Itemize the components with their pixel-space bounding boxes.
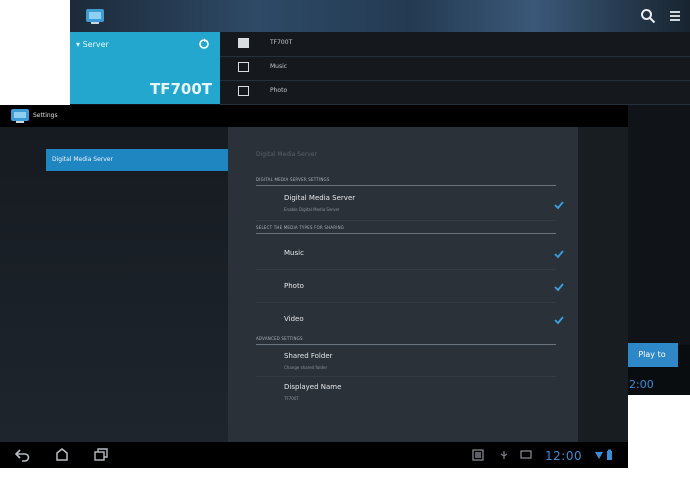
settings-screen: Settings Digital Media Server Digital Me… bbox=[0, 105, 628, 468]
page-title: Settings bbox=[33, 112, 58, 119]
device-icon bbox=[238, 38, 249, 48]
back-top-bar bbox=[70, 0, 690, 32]
setting-label: Photo bbox=[284, 282, 304, 290]
system-nav-bar: 12:00 bbox=[0, 442, 628, 468]
battery-icon bbox=[607, 449, 612, 460]
check-icon[interactable] bbox=[554, 282, 564, 292]
settings-app-icon[interactable] bbox=[8, 107, 32, 125]
list-item-label: TF700T bbox=[270, 39, 293, 46]
setting-label: Shared Folder bbox=[284, 352, 333, 360]
list-item-label: Photo bbox=[270, 87, 288, 94]
section-dms-settings: DIGITAL MEDIA SERVER SETTINGS bbox=[256, 177, 556, 186]
settings-detail-pane: Digital Media Server DIGITAL MEDIA SERVE… bbox=[228, 127, 578, 442]
right-margin bbox=[578, 127, 628, 442]
setting-summary: TF700T bbox=[284, 396, 299, 401]
setting-displayed-name[interactable]: Displayed Name TF700T bbox=[256, 379, 556, 407]
setting-shared-folder[interactable]: Shared Folder Change shared folder bbox=[256, 348, 556, 377]
category-digital-media-server[interactable]: Digital Media Server bbox=[46, 149, 228, 171]
section-advanced: ADVANCED SETTINGS bbox=[256, 336, 556, 345]
folder-icon bbox=[238, 62, 249, 72]
list-item-label: Music bbox=[270, 63, 288, 70]
setting-digital-media-server[interactable]: Digital Media Server Enable Digital Medi… bbox=[256, 190, 564, 221]
setting-music[interactable]: Music bbox=[256, 237, 564, 270]
device-name: TF700T bbox=[149, 80, 212, 98]
refresh-icon[interactable] bbox=[198, 38, 210, 50]
setting-label: Video bbox=[284, 315, 304, 323]
list-item[interactable]: Photo bbox=[220, 80, 690, 105]
home-icon[interactable] bbox=[55, 447, 69, 462]
play-to-button[interactable]: Play to bbox=[626, 343, 678, 367]
setting-summary: Change shared folder bbox=[284, 365, 328, 370]
notification-icon bbox=[520, 450, 532, 459]
setting-label: Digital Media Server bbox=[284, 194, 356, 202]
check-icon[interactable] bbox=[554, 249, 564, 259]
app-icon bbox=[86, 9, 104, 24]
server-label: Server bbox=[82, 40, 109, 49]
screenshot-icon[interactable] bbox=[472, 449, 484, 461]
check-icon[interactable] bbox=[554, 315, 564, 325]
usb-icon bbox=[500, 451, 508, 459]
search-icon[interactable] bbox=[640, 8, 656, 24]
setting-photo[interactable]: Photo bbox=[256, 270, 564, 303]
status-clock: 12:00 bbox=[545, 449, 583, 463]
back-icon[interactable] bbox=[14, 448, 30, 462]
list-item[interactable]: TF700T bbox=[220, 32, 690, 57]
section-media-types: SELECT THE MEDIA TYPES FOR SHARING bbox=[256, 225, 556, 234]
wifi-icon bbox=[595, 452, 603, 459]
list-item[interactable]: Music bbox=[220, 56, 690, 81]
check-icon[interactable] bbox=[554, 200, 564, 210]
media-list: TF700T Music Photo bbox=[220, 32, 690, 105]
settings-category-pane: Digital Media Server bbox=[0, 127, 228, 442]
menu-icon[interactable] bbox=[668, 8, 682, 24]
detail-header: Digital Media Server bbox=[256, 151, 317, 158]
recent-apps-icon[interactable] bbox=[93, 447, 109, 462]
setting-video[interactable]: Video bbox=[256, 303, 564, 335]
setting-summary: Enable Digital Media Server bbox=[284, 207, 340, 212]
action-bar: Settings bbox=[0, 105, 628, 127]
setting-label: Displayed Name bbox=[284, 383, 342, 391]
folder-icon bbox=[238, 86, 249, 96]
server-panel: ▾ Server TF700T bbox=[70, 32, 220, 104]
server-selector[interactable]: ▾ Server bbox=[76, 40, 109, 49]
caret-down-icon: ▾ bbox=[76, 40, 81, 49]
setting-label: Music bbox=[284, 249, 304, 257]
